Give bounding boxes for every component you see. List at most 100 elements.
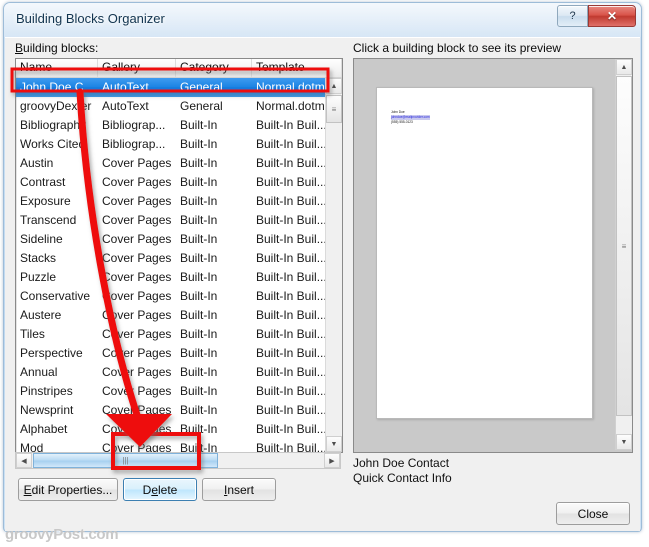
- building-blocks-list[interactable]: Name Gallery Category Template John Doe C..…: [15, 58, 343, 453]
- cell-gallery: Cover Pages: [102, 422, 172, 436]
- screenshot-root: Building Blocks Organizer ? ✕ Building b…: [0, 0, 649, 547]
- cell-gallery: Cover Pages: [102, 270, 172, 284]
- watermark: groovyPost.com: [5, 526, 119, 543]
- cell-gallery: Cover Pages: [102, 327, 172, 341]
- cell-name: Mod: [20, 441, 44, 452]
- cell-name: Perspective: [20, 346, 83, 360]
- table-row[interactable]: Conservative Cover Pages Built-In Built-In …: [16, 287, 342, 306]
- cell-gallery: Cover Pages: [102, 365, 172, 379]
- cell-name: Contrast: [20, 175, 66, 189]
- cell-name: Bibliography: [20, 118, 87, 132]
- preview-pane[interactable]: John Doe johndoe@mailprovider.com (555) …: [353, 58, 633, 453]
- cell-gallery: Cover Pages: [102, 194, 172, 208]
- preview-scroll-up-icon[interactable]: ▲: [616, 59, 632, 75]
- insert-button[interactable]: Insert: [202, 478, 276, 501]
- list-rows-container[interactable]: John Doe C... AutoText General Normal.dotm g…: [16, 78, 342, 452]
- cell-gallery: Cover Pages: [102, 289, 172, 303]
- grip-icon: ≡: [331, 104, 337, 114]
- cell-gallery: Cover Pages: [102, 232, 172, 246]
- preview-caption-title: John Doe Contact: [353, 456, 450, 470]
- cell-category: Built-In: [180, 213, 218, 227]
- cell-category: Built-In: [180, 422, 218, 436]
- column-header-category[interactable]: Category: [176, 59, 252, 77]
- table-row[interactable]: Tiles Cover Pages Built-In Built-In Buil...: [16, 325, 342, 344]
- titlebar[interactable]: Building Blocks Organizer ? ✕: [4, 3, 641, 37]
- cell-name: Puzzle: [20, 270, 57, 284]
- column-header-name[interactable]: Name: [16, 59, 98, 77]
- window-title: Building Blocks Organizer: [16, 11, 165, 26]
- preview-vertical-scrollbar[interactable]: ▲ ≡ ▼: [615, 59, 632, 450]
- cell-name: John Doe C...: [20, 80, 94, 94]
- cell-name: Alphabet: [20, 422, 68, 436]
- table-row[interactable]: Transcend Cover Pages Built-In Built-In Bui…: [16, 211, 342, 230]
- cell-gallery: Cover Pages: [102, 175, 172, 189]
- cell-category: Built-In: [180, 308, 218, 322]
- cell-category: Built-In: [180, 365, 218, 379]
- cell-gallery: Cover Pages: [102, 156, 172, 170]
- cell-category: Built-In: [180, 441, 218, 452]
- scroll-left-icon[interactable]: ◀: [16, 453, 32, 468]
- cell-name: Austere: [20, 308, 62, 322]
- cell-category: Built-In: [180, 251, 218, 265]
- cell-gallery: Bibliograp...: [102, 118, 166, 132]
- preview-scrollbar-thumb[interactable]: ≡: [616, 76, 632, 416]
- caption-button-group: ? ✕: [557, 5, 636, 27]
- table-row[interactable]: Pinstripes Cover Pages Built-In Built-In Bu…: [16, 382, 342, 401]
- cell-category: Built-In: [180, 327, 218, 341]
- preview-hint-label: Click a building block to see its previe…: [353, 41, 562, 55]
- scroll-right-icon[interactable]: ▶: [324, 453, 340, 468]
- cell-category: Built-In: [180, 384, 218, 398]
- table-row[interactable]: Puzzle Cover Pages Built-In Built-In Buil..…: [16, 268, 342, 287]
- preview-scroll-down-icon[interactable]: ▼: [616, 434, 632, 450]
- cell-category: Built-In: [180, 232, 218, 246]
- scroll-up-icon[interactable]: ▲: [326, 78, 342, 94]
- cell-category: Built-In: [180, 346, 218, 360]
- delete-button[interactable]: Delete: [123, 478, 197, 501]
- table-row[interactable]: Exposure Cover Pages Built-In Built-In Buil…: [16, 192, 342, 211]
- table-row[interactable]: Perspective Cover Pages Built-In Built-In B…: [16, 344, 342, 363]
- table-row[interactable]: Sideline Cover Pages Built-In Built-In Buil…: [16, 230, 342, 249]
- table-row[interactable]: Stacks Cover Pages Built-In Built-In Buil..…: [16, 249, 342, 268]
- cell-category: General: [180, 80, 223, 94]
- cell-gallery: Cover Pages: [102, 384, 172, 398]
- hscrollbar-thumb[interactable]: |||: [33, 453, 218, 468]
- preview-page: John Doe johndoe@mailprovider.com (555) …: [376, 87, 593, 419]
- cell-name: Sideline: [20, 232, 63, 246]
- table-row-selected[interactable]: John Doe C... AutoText General Normal.dotm: [16, 78, 342, 97]
- scroll-down-icon[interactable]: ▼: [326, 436, 342, 452]
- edit-properties-button[interactable]: Edit Properties...: [18, 478, 118, 501]
- cell-gallery: Cover Pages: [102, 251, 172, 265]
- cell-name: Pinstripes: [20, 384, 73, 398]
- cell-name: Newsprint: [20, 403, 74, 417]
- grip-icon-horizontal: |||: [122, 456, 129, 465]
- cell-gallery: Cover Pages: [102, 346, 172, 360]
- cell-gallery: AutoText: [102, 80, 149, 94]
- table-row[interactable]: groovyDexter AutoText General Normal.dotm: [16, 97, 342, 116]
- cell-category: Built-In: [180, 175, 218, 189]
- column-header-gallery[interactable]: Gallery: [98, 59, 176, 77]
- list-horizontal-scrollbar[interactable]: ◀ ||| ▶: [15, 452, 341, 469]
- list-column-headers[interactable]: Name Gallery Category Template: [16, 59, 342, 78]
- column-header-template[interactable]: Template: [252, 59, 342, 77]
- table-row[interactable]: Newsprint Cover Pages Built-In Built-In Bui…: [16, 401, 342, 420]
- table-row[interactable]: Annual Cover Pages Built-In Built-In Buil..…: [16, 363, 342, 382]
- table-row[interactable]: Alphabet Cover Pages Built-In Built-In Buil…: [16, 420, 342, 439]
- list-scrollbar-thumb[interactable]: ≡: [326, 95, 342, 123]
- list-vertical-scrollbar[interactable]: ▲ ≡ ▼: [325, 78, 342, 452]
- cell-name: Exposure: [20, 194, 71, 208]
- close-icon[interactable]: ✕: [588, 5, 636, 27]
- insert-label: nsert: [227, 482, 255, 497]
- table-row[interactable]: Contrast Cover Pages Built-In Built-In Buil…: [16, 173, 342, 192]
- table-row[interactable]: Works Cited Bibliograp... Built-In Built-In…: [16, 135, 342, 154]
- cell-name: Conservative: [20, 289, 91, 303]
- table-row[interactable]: Austin Cover Pages Built-In Built-In Buil..…: [16, 154, 342, 173]
- close-button[interactable]: Close: [556, 502, 630, 525]
- cell-name: Austin: [20, 156, 54, 170]
- cell-category: Built-In: [180, 137, 218, 151]
- table-row[interactable]: Bibliography Bibliograp... Built-In Built-I…: [16, 116, 342, 135]
- table-row[interactable]: Mod Cover Pages Built-In Built-In Buil...: [16, 439, 342, 452]
- preview-caption-description: Quick Contact Info: [353, 471, 452, 485]
- table-row[interactable]: Austere Cover Pages Built-In Built-In Buil.…: [16, 306, 342, 325]
- cell-category: Built-In: [180, 118, 218, 132]
- help-icon[interactable]: ?: [557, 5, 588, 27]
